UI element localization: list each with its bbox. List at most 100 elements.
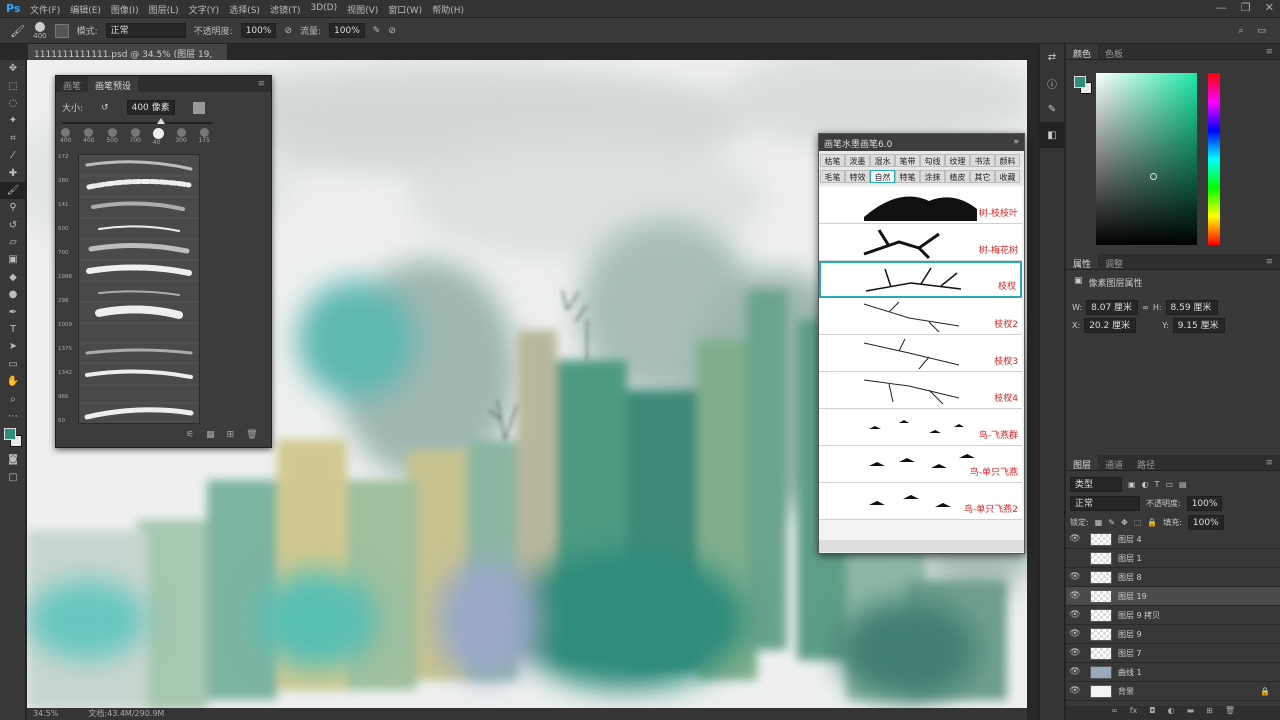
move-tool-icon[interactable]: ✥	[0, 60, 26, 77]
lock-artboard-icon[interactable]: ⬚	[1134, 518, 1142, 527]
tip-size[interactable]: 300	[175, 128, 187, 146]
menu-layer[interactable]: 图层(L)	[149, 3, 179, 16]
size-slider[interactable]	[62, 118, 212, 124]
tab-adjustments[interactable]: 调整	[1098, 254, 1130, 270]
visibility-eye-icon[interactable]: 👁	[1066, 686, 1084, 696]
foreground-color-swatch[interactable]	[4, 428, 16, 441]
path-select-tool-icon[interactable]: ➤	[0, 338, 26, 355]
tab-paths[interactable]: 路径	[1130, 455, 1162, 471]
brush-picker[interactable]: 400	[33, 21, 47, 40]
tip-size[interactable]: 400	[60, 128, 71, 146]
blend-mode-select[interactable]: 正常	[1070, 496, 1140, 511]
menu-edit[interactable]: 编辑(E)	[70, 3, 101, 16]
tab-brush-presets[interactable]: 画笔预设	[88, 76, 139, 92]
layer-row[interactable]: 👁 图层 7	[1066, 644, 1280, 663]
eyedropper-tool-icon[interactable]: ⁄	[0, 147, 26, 164]
menu-image[interactable]: 图像(I)	[111, 3, 139, 16]
category-button[interactable]: 其它	[970, 170, 995, 183]
menu-filter[interactable]: 滤镜(T)	[270, 3, 301, 16]
opacity-field[interactable]: 100%	[240, 23, 277, 38]
category-button[interactable]: 特笔	[895, 170, 920, 183]
restore-icon[interactable]: ❐	[1241, 1, 1251, 14]
menu-view[interactable]: 视图(V)	[347, 3, 378, 16]
blur-tool-icon[interactable]: ◆	[0, 269, 26, 286]
lock-move-icon[interactable]: ✥	[1121, 518, 1128, 527]
brush-panel-toggle-icon[interactable]	[54, 23, 69, 38]
height-field[interactable]: 8.59 厘米	[1165, 300, 1218, 315]
create-brush-icon[interactable]	[192, 101, 205, 114]
add-mask-icon[interactable]: ◘	[1149, 706, 1155, 720]
color-swatches[interactable]	[0, 425, 25, 451]
category-button[interactable]: 枯笔	[820, 154, 845, 167]
layer-row[interactable]: 图层 1	[1066, 549, 1280, 568]
layer-row[interactable]: 👁 图层 9	[1066, 625, 1280, 644]
workspace-icon[interactable]: ▭	[1257, 26, 1266, 36]
tip-size[interactable]: 500	[106, 128, 118, 146]
adjustment-layer-icon[interactable]: ◐	[1168, 706, 1175, 720]
brush-item[interactable]: 枝杈4	[819, 372, 1022, 409]
tab-swatches[interactable]: 色板	[1098, 44, 1130, 60]
document-tab[interactable]: 1111111111111.psd @ 34.5% (图层 19, RGB/8)…	[28, 44, 228, 70]
tab-channels[interactable]: 通道	[1098, 455, 1130, 471]
shape-tool-icon[interactable]: ▭	[0, 356, 26, 373]
tab-brush[interactable]: 画笔	[56, 76, 88, 92]
category-button[interactable]: 书法	[970, 154, 995, 167]
filter-pixel-icon[interactable]: ▣	[1128, 480, 1136, 489]
size-slider-handle[interactable]	[157, 118, 165, 124]
foreground-color-swatch[interactable]	[1074, 76, 1086, 88]
brush-item[interactable]: 鸟-单只飞燕	[819, 446, 1022, 483]
group-icon[interactable]: ▬	[1187, 706, 1195, 720]
fill-field[interactable]: 100%	[1187, 515, 1224, 530]
toggle-brush-panel-icon[interactable]: ⚟	[186, 430, 194, 440]
hand-tool-icon[interactable]: ✋	[0, 373, 26, 390]
quick-select-tool-icon[interactable]: ✦	[0, 112, 26, 129]
color-picker-field[interactable]	[1096, 73, 1197, 245]
tab-layers[interactable]: 图层	[1066, 455, 1099, 471]
menu-select[interactable]: 选择(S)	[229, 3, 260, 16]
new-layer-icon[interactable]: ⊞	[1206, 706, 1213, 720]
visibility-eye-icon[interactable]: 👁	[1066, 572, 1084, 582]
color-picker-cursor[interactable]	[1150, 173, 1157, 180]
category-button-selected[interactable]: 自然	[870, 170, 895, 183]
pressure-size-icon[interactable]: ⊘	[388, 26, 396, 36]
y-field[interactable]: 9.15 厘米	[1172, 318, 1225, 333]
visibility-eye-icon[interactable]: 👁	[1066, 591, 1084, 601]
tip-size[interactable]: 400	[83, 128, 95, 146]
zoom-tool-icon[interactable]: ⌕	[0, 390, 26, 407]
panel-menu-icon[interactable]: ≡	[1258, 44, 1280, 59]
menu-3d[interactable]: 3D(D)	[310, 3, 337, 16]
tip-size[interactable]: 175	[198, 128, 210, 146]
panel-menu-icon[interactable]: ≡	[251, 76, 271, 92]
color-panel-swatches[interactable]	[1074, 76, 1092, 94]
link-layers-icon[interactable]: ∞	[1111, 706, 1118, 720]
tip-size[interactable]: 700	[129, 128, 141, 146]
visibility-eye-icon[interactable]: 👁	[1066, 610, 1084, 620]
layer-row[interactable]: 👁 曲线 1	[1066, 663, 1280, 682]
brush-item[interactable]: 树-梅花树	[819, 224, 1022, 261]
pen-tool-icon[interactable]: ✒	[0, 303, 26, 320]
brush-tool-icon[interactable]: 🖌	[0, 181, 26, 200]
brush-item[interactable]: 树-枝枝叶	[819, 187, 1022, 224]
tip-size[interactable]: 40	[152, 128, 164, 146]
layer-opacity-field[interactable]: 100%	[1186, 496, 1223, 511]
tab-properties[interactable]: 属性	[1066, 254, 1099, 270]
layer-row[interactable]: 👁 图层 4	[1066, 530, 1280, 549]
lock-pixels-icon[interactable]: ▦	[1095, 518, 1103, 527]
more-tools-icon[interactable]: ⋯	[0, 408, 26, 425]
menu-help[interactable]: 帮助(H)	[432, 3, 464, 16]
category-button[interactable]: 涂抹	[920, 170, 945, 183]
screen-mode-icon[interactable]: ▢	[0, 469, 26, 486]
fx-icon[interactable]: fx	[1130, 706, 1138, 720]
dodge-tool-icon[interactable]: ●	[0, 286, 26, 303]
tab-color[interactable]: 颜色	[1066, 44, 1099, 60]
clone-stamp-tool-icon[interactable]: ⚲	[0, 199, 26, 216]
brush-item[interactable]: 鸟-飞燕群	[819, 409, 1022, 446]
menu-type[interactable]: 文字(Y)	[189, 3, 220, 16]
layer-row[interactable]: 👁 图层 8	[1066, 568, 1280, 587]
gradient-tool-icon[interactable]: ▣	[0, 251, 26, 268]
menu-file[interactable]: 文件(F)	[30, 3, 60, 16]
category-button[interactable]: 勾线	[920, 154, 945, 167]
eraser-tool-icon[interactable]: ▱	[0, 234, 26, 251]
layer-row-selected[interactable]: 👁 图层 19	[1066, 587, 1280, 606]
zoom-readout[interactable]: 34.5%	[33, 708, 58, 720]
